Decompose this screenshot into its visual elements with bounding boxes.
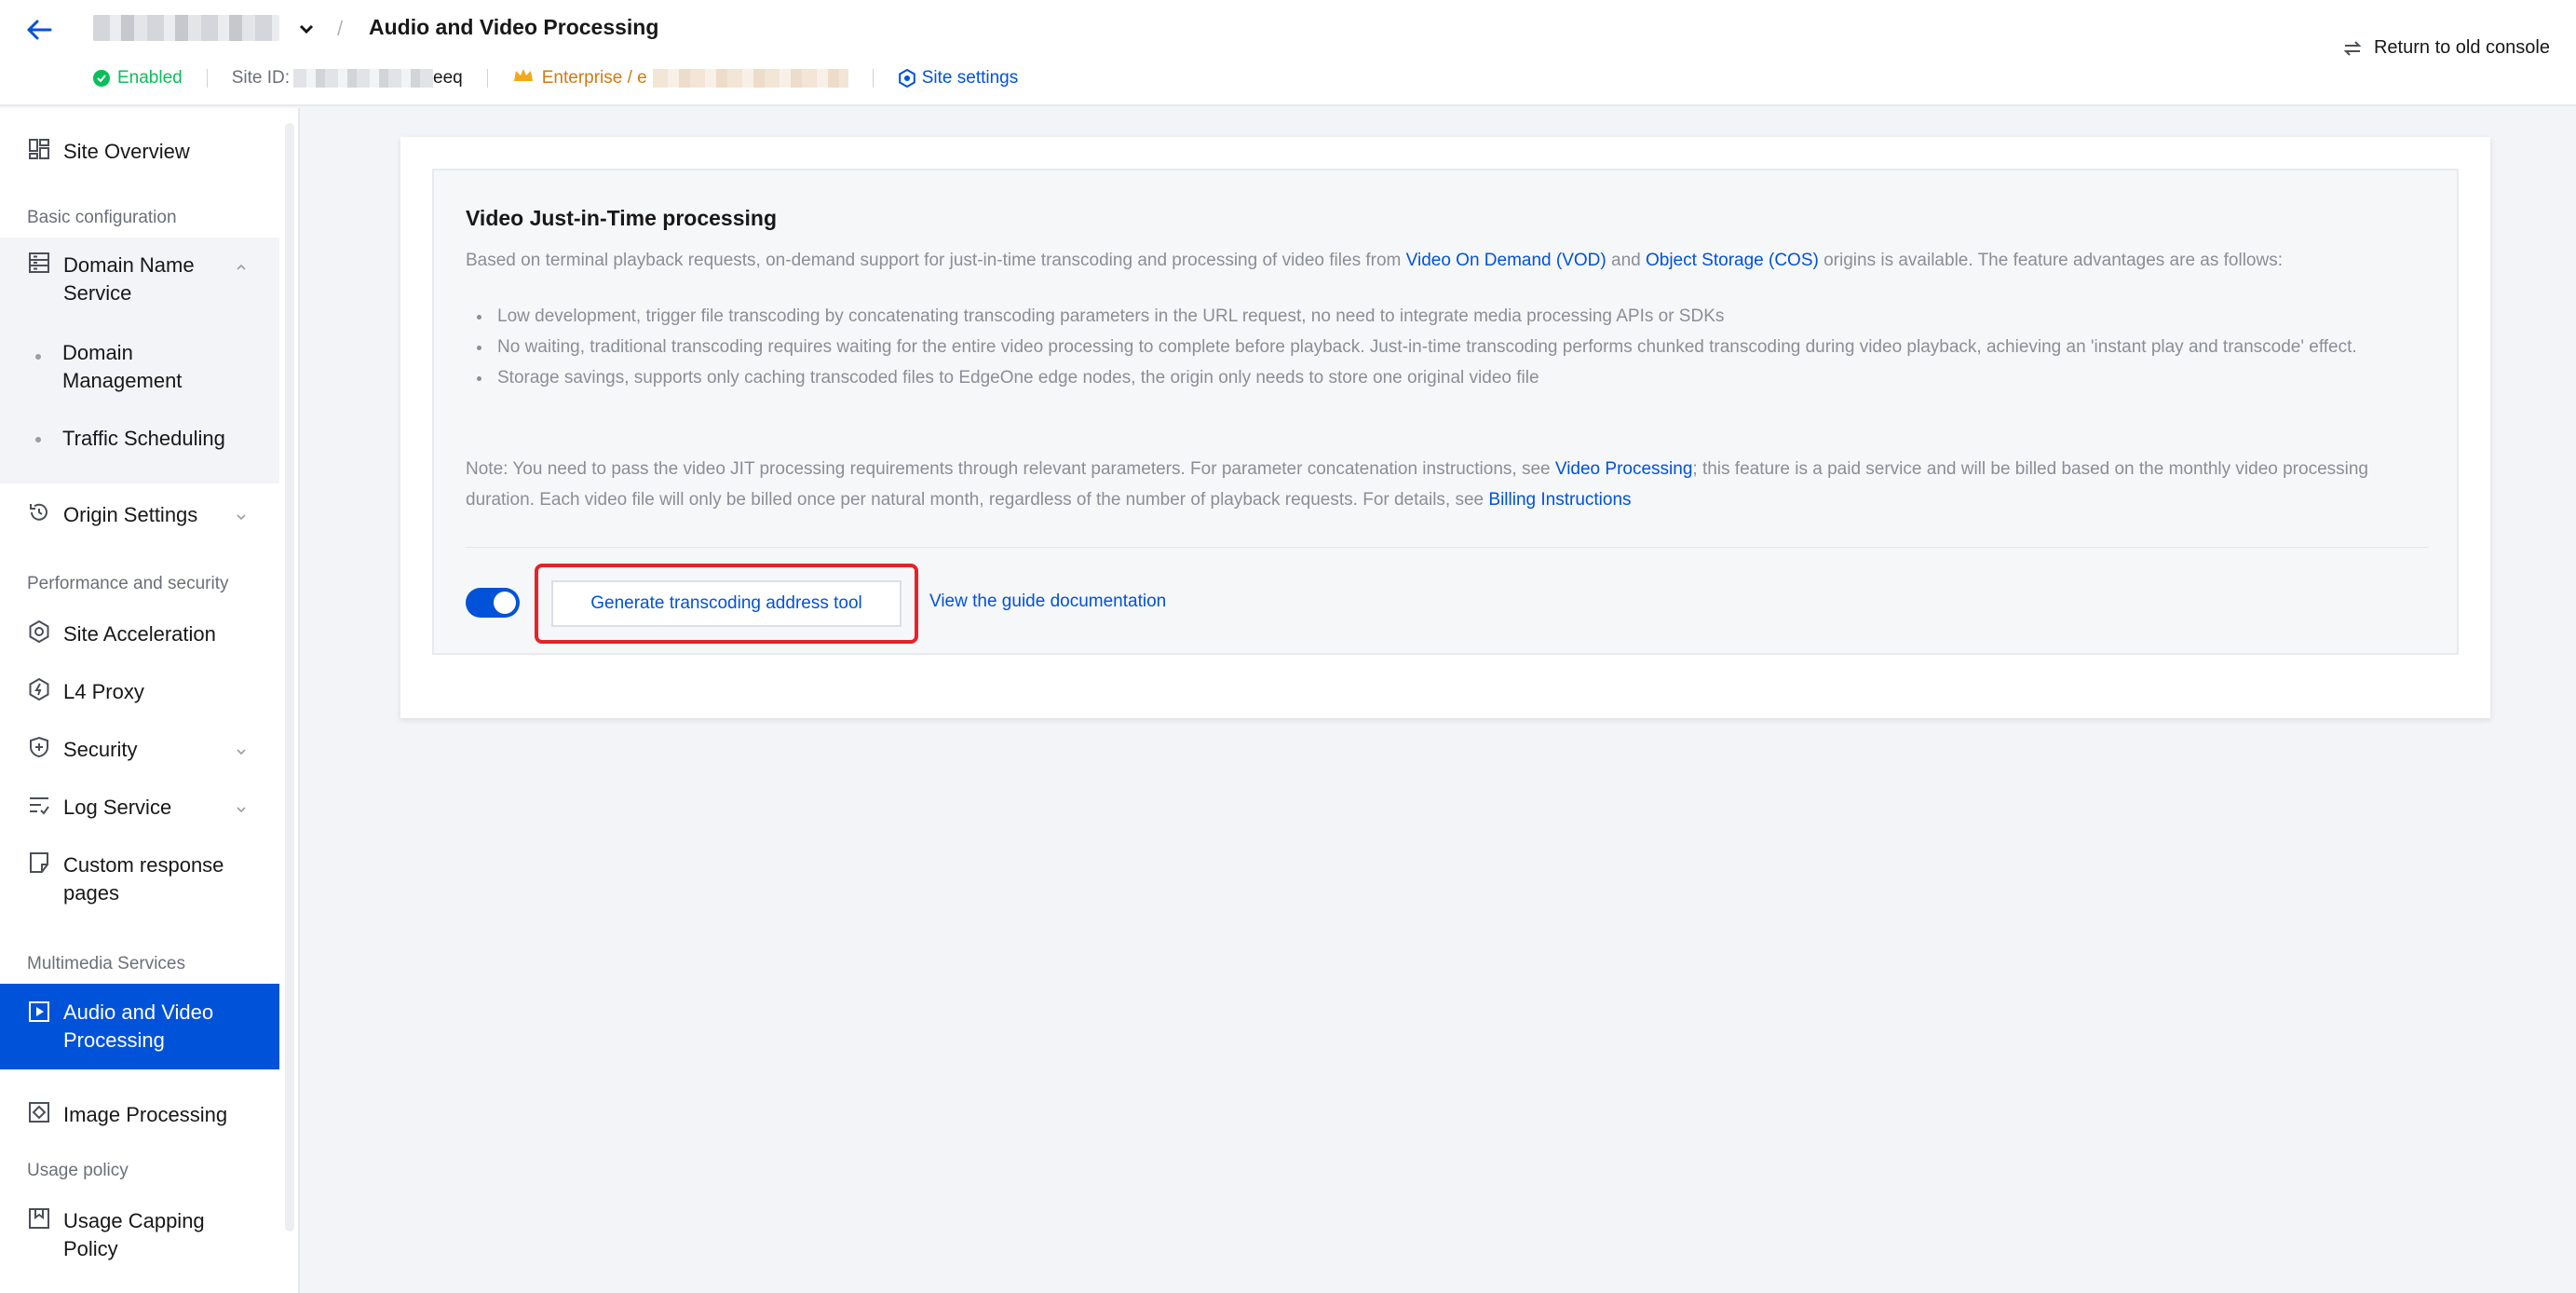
sidebar-item-audio-video-processing[interactable]: Audio and Video Processing (0, 984, 279, 1069)
sidebar-item-label: Domain Management (62, 341, 183, 392)
sidebar-item-label: Site Overview (63, 140, 190, 163)
divider (466, 547, 2429, 548)
sidebar-item-label: Usage Capping Policy (63, 1209, 205, 1260)
plan-name-masked (652, 69, 848, 88)
return-old-console-button[interactable]: Return to old console (2342, 37, 2550, 59)
chevron-down-icon (237, 807, 246, 813)
group-usage-policy: Usage policy (27, 1161, 129, 1180)
bullet-dot (35, 354, 41, 360)
sidebar-item-traffic-scheduling[interactable]: Traffic Scheduling (0, 425, 279, 456)
video-processing-link[interactable]: Video Processing (1555, 459, 1693, 479)
group-basic-configuration: Basic configuration (27, 208, 177, 227)
note-text: Note: You need to pass the video JIT pro… (466, 459, 1555, 479)
site-id: Site ID: eeq (232, 68, 463, 88)
sidebar-item-origin-settings[interactable]: Origin Settings (0, 497, 279, 535)
sidebar-item-usage-capping-policy[interactable]: Usage Capping Policy (0, 1204, 279, 1261)
billing-note: Note: You need to pass the video JIT pro… (466, 454, 2440, 515)
intro-suffix: origins is available. The feature advant… (1818, 251, 2283, 270)
sidebar-item-domain-name-service[interactable]: Domain Name Service (0, 248, 279, 305)
sidebar-item-label: Audio and Video Processing (63, 1000, 214, 1052)
sidebar-scrollbar[interactable] (285, 123, 294, 1232)
group-multimedia-services: Multimedia Services (27, 954, 185, 973)
site-id-masked (293, 69, 434, 88)
chevron-up-icon (237, 264, 246, 270)
toggle-knob (494, 592, 516, 614)
crown-icon (512, 67, 535, 89)
vod-link[interactable]: Video On Demand (VOD) (1406, 251, 1607, 270)
divider (486, 69, 488, 88)
chevron-down-icon (237, 514, 246, 521)
acceleration-icon (26, 619, 52, 645)
sidebar-item-security[interactable]: Security (0, 732, 279, 769)
image-icon (26, 1099, 52, 1125)
site-settings-label: Site settings (921, 68, 1019, 88)
video-processing-icon (26, 999, 52, 1025)
proxy-icon (26, 676, 52, 702)
switch-icon (2343, 40, 2362, 56)
divider (872, 69, 874, 88)
list-item: Low development, trigger file transcodin… (466, 301, 2431, 332)
site-name-masked[interactable] (93, 15, 279, 41)
section-title: Video Just-in-Time processing (466, 206, 778, 230)
list-item: No waiting, traditional transcoding requ… (466, 332, 2431, 362)
billing-instructions-link[interactable]: Billing Instructions (1488, 490, 1631, 510)
back-arrow-icon[interactable] (22, 13, 56, 47)
generate-transcoding-address-button[interactable]: Generate transcoding address tool (551, 580, 902, 627)
bullet-dot (35, 437, 41, 442)
page-icon (26, 850, 52, 876)
dashboard-icon (26, 136, 52, 162)
plan-badge[interactable]: Enterprise / e (512, 67, 848, 89)
site-id-suffix: eeq (433, 68, 463, 88)
return-old-console-label: Return to old console (2373, 37, 2550, 58)
site-id-label: Site ID: (231, 68, 291, 88)
log-icon (26, 792, 52, 818)
jit-toggle-switch[interactable] (466, 588, 520, 618)
check-circle-icon (93, 70, 110, 87)
sidebar-item-domain-management[interactable]: Domain Management (0, 339, 279, 395)
sidebar-item-label: Log Service (63, 796, 172, 819)
sidebar-item-l4-proxy[interactable]: L4 Proxy (0, 674, 279, 712)
site-meta-row: Enabled Site ID: eeq Enterprise / e Site… (93, 65, 1018, 91)
intro-and: and (1606, 251, 1646, 270)
breadcrumb-separator: / (337, 17, 344, 40)
sidebar-item-label: Traffic Scheduling (62, 427, 225, 450)
status-badge: Enabled (93, 68, 183, 88)
sidebar-item-label: Image Processing (63, 1103, 228, 1126)
page-title: Audio and Video Processing (369, 15, 659, 39)
history-icon (26, 499, 52, 525)
content-card: Video Just-in-Time processing Based on t… (400, 137, 2490, 718)
feature-description: Based on terminal playback requests, on-… (466, 245, 2440, 276)
video-jit-panel: Video Just-in-Time processing Based on t… (432, 169, 2459, 655)
list-item: Storage savings, supports only caching t… (466, 362, 2431, 393)
group-performance-security: Performance and security (27, 574, 229, 593)
advantages-list: Low development, trigger file transcodin… (466, 301, 2431, 393)
top-header: / Audio and Video Processing Enabled Sit… (0, 0, 2576, 106)
intro-text: Based on terminal playback requests, on-… (466, 251, 1406, 270)
plan-label: Enterprise / e (541, 68, 647, 88)
sidebar-item-custom-response-pages[interactable]: Custom response pages (0, 848, 279, 905)
sidebar-item-log-service[interactable]: Log Service (0, 790, 279, 827)
sidebar-item-image-processing[interactable]: Image Processing (0, 1097, 279, 1135)
guide-documentation-link[interactable]: View the guide documentation (929, 592, 1166, 612)
sidebar-item-site-overview[interactable]: Site Overview (0, 134, 279, 171)
sidebar-item-label: Origin Settings (63, 503, 198, 526)
status-text: Enabled (117, 68, 183, 88)
server-icon (26, 250, 52, 276)
cos-link[interactable]: Object Storage (COS) (1646, 251, 1819, 270)
chevron-down-icon (237, 749, 246, 755)
policy-icon (26, 1205, 52, 1232)
shield-icon (26, 734, 52, 760)
divider (206, 69, 208, 88)
sidebar-item-label: Site Acceleration (63, 622, 216, 646)
sidebar-item-label: Security (63, 738, 138, 761)
sidebar: Site Overview Basic configuration Domain… (0, 108, 300, 1293)
chevron-down-icon[interactable] (296, 19, 317, 39)
sidebar-item-label: L4 Proxy (63, 680, 144, 703)
sidebar-item-label: Custom response pages (63, 853, 224, 905)
sidebar-item-label: Domain Name Service (63, 253, 195, 305)
gear-icon (898, 69, 915, 88)
sidebar-item-site-acceleration[interactable]: Site Acceleration (0, 617, 279, 654)
site-settings-link[interactable]: Site settings (898, 68, 1019, 88)
